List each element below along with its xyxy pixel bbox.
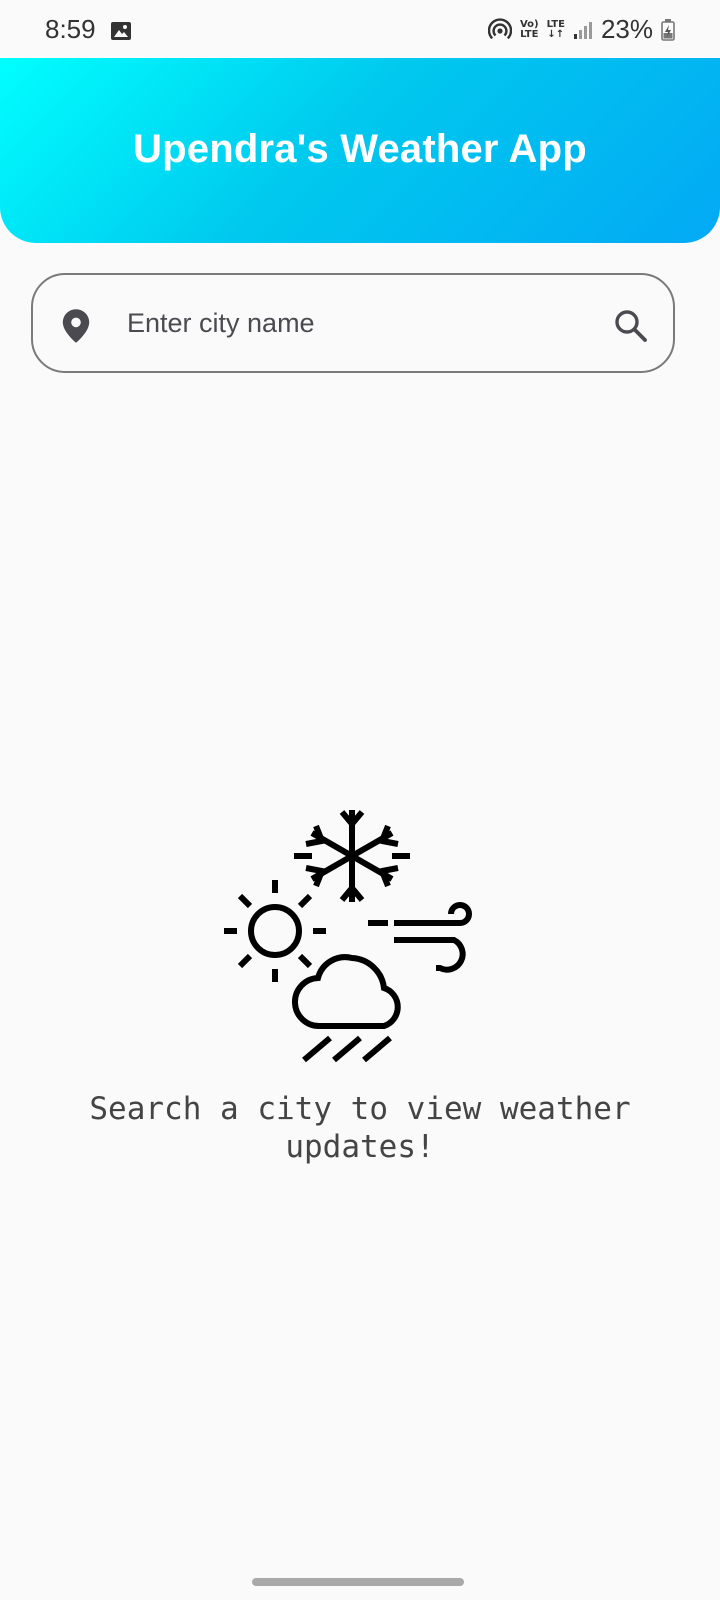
search-icon[interactable]	[613, 308, 649, 344]
volte-icon: Vo) LTE	[519, 18, 539, 40]
lte-top-label: LTE	[546, 18, 565, 30]
app-header: Upendra's Weather App	[0, 58, 720, 243]
wind-icon	[368, 902, 472, 973]
app-title: Upendra's Weather App	[133, 127, 587, 171]
rain-icon	[302, 1035, 392, 1063]
volte-top-label: Vo)	[519, 18, 539, 30]
app-screen: 8:59 Vo) LTE LTE ↓↑ 23% Upendra's Weathe…	[0, 0, 720, 1600]
empty-state-message: Search a city to view weather updates!	[89, 1091, 631, 1165]
gallery-icon	[111, 22, 131, 40]
gesture-nav-handle[interactable]	[252, 1578, 464, 1586]
snowflake-icon	[294, 810, 410, 902]
status-right-cluster: Vo) LTE LTE ↓↑ 23%	[487, 14, 675, 45]
cloud-icon	[292, 954, 401, 1030]
battery-percent: 23%	[600, 14, 653, 44]
battery-charging-icon	[661, 18, 675, 41]
sun-icon	[224, 880, 326, 982]
city-search-field[interactable]	[31, 273, 675, 373]
volte-bottom-label: LTE	[520, 28, 539, 40]
weather-mixed-icon	[224, 810, 472, 1063]
location-pin-icon	[62, 309, 90, 343]
status-bar: 8:59 Vo) LTE LTE ↓↑ 23%	[0, 0, 720, 60]
signal-icon	[573, 21, 592, 39]
status-time: 8:59	[45, 14, 96, 44]
lte-icon: LTE ↓↑	[546, 18, 565, 40]
hotspot-icon	[487, 17, 512, 39]
lte-bottom-label: ↓↑	[547, 28, 565, 40]
city-search-input[interactable]	[127, 301, 587, 345]
